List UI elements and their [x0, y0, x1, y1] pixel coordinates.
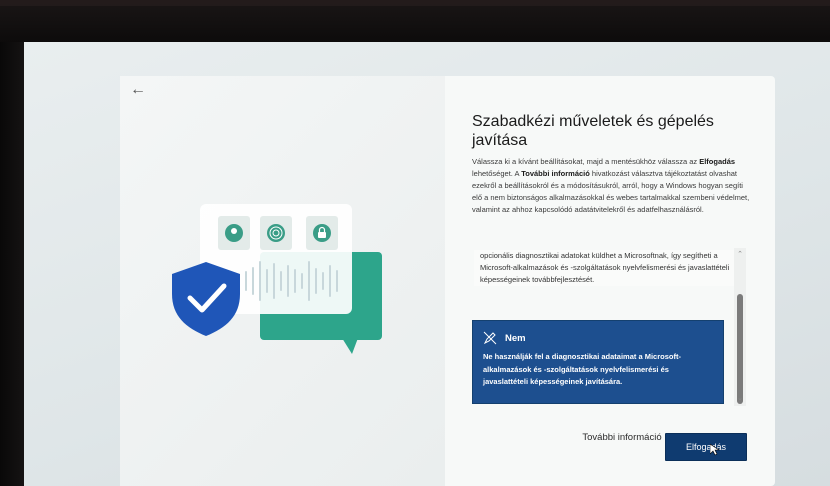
monitor-bezel-top: [0, 0, 830, 42]
scroll-up-arrow-icon[interactable]: ⌃: [734, 250, 746, 260]
monitor-bezel-strip: [0, 0, 830, 6]
pen-off-icon: [483, 331, 497, 345]
lock-icon: [306, 216, 338, 250]
illustration-panel: ←: [120, 76, 445, 486]
option-header: Nem: [483, 331, 526, 345]
setup-dialog: ← Szabadkézi műveletek és gépelés javítá…: [120, 76, 775, 486]
more-info-button[interactable]: További információ: [578, 432, 666, 462]
scrollbar[interactable]: ⌃ ⌄: [734, 248, 746, 406]
option-description-snippet: opcionális diagnosztikai adatokat küldhe…: [474, 250, 744, 286]
monitor-bezel-left: [0, 42, 24, 486]
description-part-1: Válassza ki a kívánt beállításokat, majd…: [472, 157, 700, 166]
option-text: Ne használják fel a diagnosztikai adatai…: [483, 352, 681, 386]
accept-button[interactable]: Elfogadás: [665, 433, 747, 461]
location-pin-icon: [218, 216, 250, 250]
shield-check-icon: [172, 262, 240, 336]
option-title: Nem: [505, 332, 526, 344]
scrollbar-thumb[interactable]: [737, 294, 743, 404]
description-text: Válassza ki a kívánt beállításokat, majd…: [472, 156, 752, 216]
page-title: Szabadkézi műveletek és gépelés javítása: [472, 113, 714, 149]
privacy-illustration: [172, 204, 382, 354]
option-no[interactable]: Nem Ne használják fel a diagnosztikai ad…: [472, 320, 724, 404]
scroll-down-arrow-icon[interactable]: ⌄: [734, 394, 746, 404]
fingerprint-icon: [260, 216, 292, 250]
description-accept-term: Elfogadás: [699, 157, 736, 166]
mouse-cursor-icon: [710, 444, 720, 456]
description-more-info-term: További információ: [521, 169, 590, 178]
options-scroll-area[interactable]: opcionális diagnosztikai adatokat küldhe…: [472, 246, 748, 408]
description-part-2: lehetőséget. A: [472, 169, 522, 178]
